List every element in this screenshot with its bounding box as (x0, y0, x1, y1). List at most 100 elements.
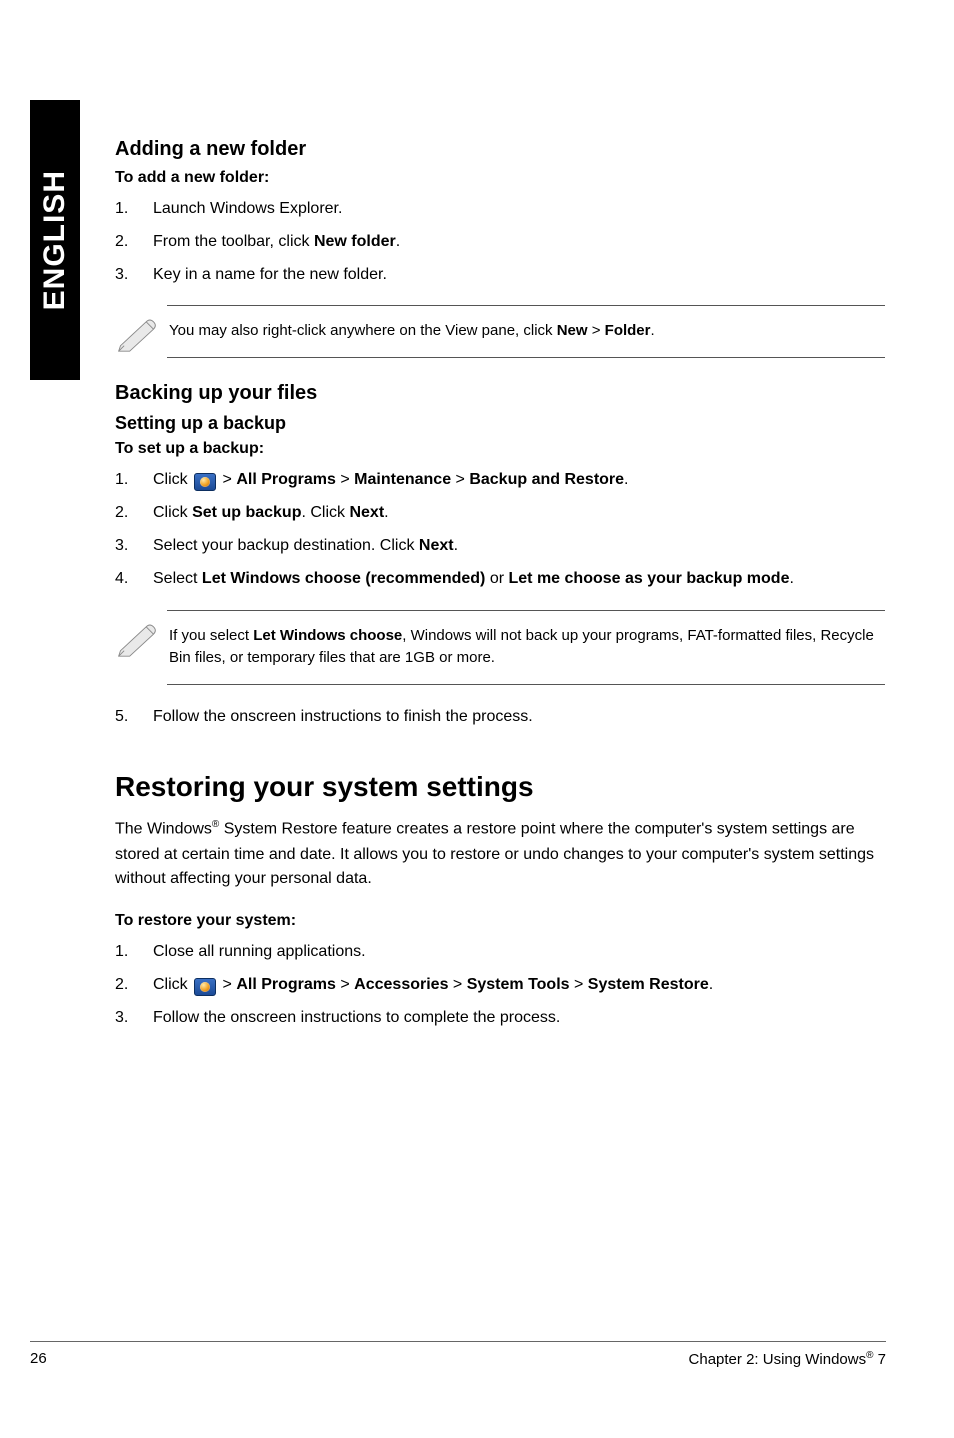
bold-text: New folder (314, 233, 396, 250)
page-footer: 26 Chapter 2: Using Windows® 7 (30, 1341, 886, 1368)
step-text: Follow the onscreen instructions to fini… (153, 705, 885, 730)
lead-to-set-up-backup: To set up a backup: (115, 440, 885, 458)
bold-text: All Programs (236, 976, 336, 993)
text: Click (153, 504, 192, 521)
text: 7 (873, 1351, 886, 1368)
bold-text: Next (419, 537, 454, 554)
bold-text: Next (349, 504, 384, 521)
step-text: Click > All Programs > Accessories > Sys… (153, 973, 885, 998)
heading-backing-up: Backing up your files (115, 382, 885, 405)
language-tab: ENGLISH (30, 100, 80, 380)
text: . (396, 233, 400, 250)
step-text: From the toolbar, click New folder. (153, 230, 885, 255)
lead-to-restore: To restore your system: (115, 912, 885, 930)
text: . (624, 471, 628, 488)
step-5: 5. Follow the onscreen instructions to f… (115, 705, 885, 730)
subheading-to-add-folder: To add a new folder: (115, 169, 885, 187)
heading-restoring: Restoring your system settings (115, 771, 885, 803)
text: You may also right-click anywhere on the… (169, 322, 557, 339)
windows-start-icon (194, 978, 216, 996)
text: . (789, 570, 793, 587)
text: > (451, 471, 469, 488)
text: > (336, 471, 354, 488)
step-text: Launch Windows Explorer. (153, 197, 885, 222)
steps-adding-folder: 1. Launch Windows Explorer. 2. From the … (115, 197, 885, 287)
text: The Windows (115, 821, 212, 838)
text: From the toolbar, click (153, 233, 314, 250)
step-text: Click > All Programs > Maintenance > Bac… (153, 468, 885, 493)
step-number: 2. (115, 230, 153, 255)
bold-text: Let Windows choose (recommended) (202, 570, 485, 587)
step-number: 3. (115, 1006, 153, 1031)
step-number: 3. (115, 534, 153, 559)
bold-text: System Tools (467, 976, 570, 993)
text: Chapter 2: Using Windows (689, 1351, 867, 1368)
step-1: 1. Click > All Programs > Maintenance > … (115, 468, 885, 493)
note-icon (115, 610, 167, 663)
step-2: 2. Click > All Programs > Accessories > … (115, 973, 885, 998)
page-number: 26 (30, 1350, 47, 1368)
step-text: Select your backup destination. Click Ne… (153, 534, 885, 559)
heading-adding-folder: Adding a new folder (115, 138, 885, 161)
step-text: Key in a name for the new folder. (153, 263, 885, 288)
steps-backup-cont: 5. Follow the onscreen instructions to f… (115, 705, 885, 730)
step-number: 5. (115, 705, 153, 730)
step-number: 1. (115, 197, 153, 222)
text: > (218, 976, 236, 993)
windows-start-icon (194, 473, 216, 491)
step-number: 4. (115, 567, 153, 592)
text: . (384, 504, 388, 521)
text: . (454, 537, 458, 554)
note-block: If you select Let Windows choose, Window… (115, 610, 885, 685)
steps-backup: 1. Click > All Programs > Maintenance > … (115, 468, 885, 591)
bold-text: System Restore (588, 976, 709, 993)
step-2: 2. Click Set up backup. Click Next. (115, 501, 885, 526)
step-1: 1. Launch Windows Explorer. (115, 197, 885, 222)
text: . Click (301, 504, 349, 521)
text: . (709, 976, 713, 993)
step-number: 2. (115, 501, 153, 526)
step-3: 3. Key in a name for the new folder. (115, 263, 885, 288)
text: . (651, 322, 655, 339)
note-text: You may also right-click anywhere on the… (167, 305, 885, 358)
bold-text: Let me choose as your backup mode (509, 570, 790, 587)
bold-text: Folder (605, 322, 651, 339)
language-tab-label: ENGLISH (38, 170, 72, 310)
step-text: Select Let Windows choose (recommended) … (153, 567, 885, 592)
step-number: 1. (115, 468, 153, 493)
text: > (336, 976, 354, 993)
steps-restore: 1. Close all running applications. 2. Cl… (115, 940, 885, 1030)
text: Click (153, 471, 192, 488)
bold-text: Set up backup (192, 504, 301, 521)
chapter-label: Chapter 2: Using Windows® 7 (689, 1350, 886, 1368)
text: > (448, 976, 466, 993)
note-block: You may also right-click anywhere on the… (115, 305, 885, 358)
text: Select (153, 570, 202, 587)
text: If you select (169, 627, 253, 644)
text: > (218, 471, 236, 488)
bold-text: New (557, 322, 588, 339)
bold-text: Accessories (354, 976, 448, 993)
step-text: Click Set up backup. Click Next. (153, 501, 885, 526)
step-2: 2. From the toolbar, click New folder. (115, 230, 885, 255)
main-content: Adding a new folder To add a new folder:… (115, 138, 885, 1044)
step-3: 3. Select your backup destination. Click… (115, 534, 885, 559)
text: Click (153, 976, 192, 993)
step-number: 2. (115, 973, 153, 998)
step-1: 1. Close all running applications. (115, 940, 885, 965)
step-text: Follow the onscreen instructions to comp… (153, 1006, 885, 1031)
text: or (485, 570, 508, 587)
step-4: 4. Select Let Windows choose (recommende… (115, 567, 885, 592)
bold-text: All Programs (236, 471, 336, 488)
step-number: 3. (115, 263, 153, 288)
note-icon (115, 305, 167, 358)
step-number: 1. (115, 940, 153, 965)
subheading-setting-up-backup: Setting up a backup (115, 413, 885, 434)
step-text: Close all running applications. (153, 940, 885, 965)
text: System Restore feature creates a restore… (115, 821, 874, 888)
bold-text: Maintenance (354, 471, 451, 488)
text: > (570, 976, 588, 993)
note-text: If you select Let Windows choose, Window… (167, 610, 885, 685)
paragraph-restoring: The Windows® System Restore feature crea… (115, 817, 885, 892)
text: > (588, 322, 605, 339)
